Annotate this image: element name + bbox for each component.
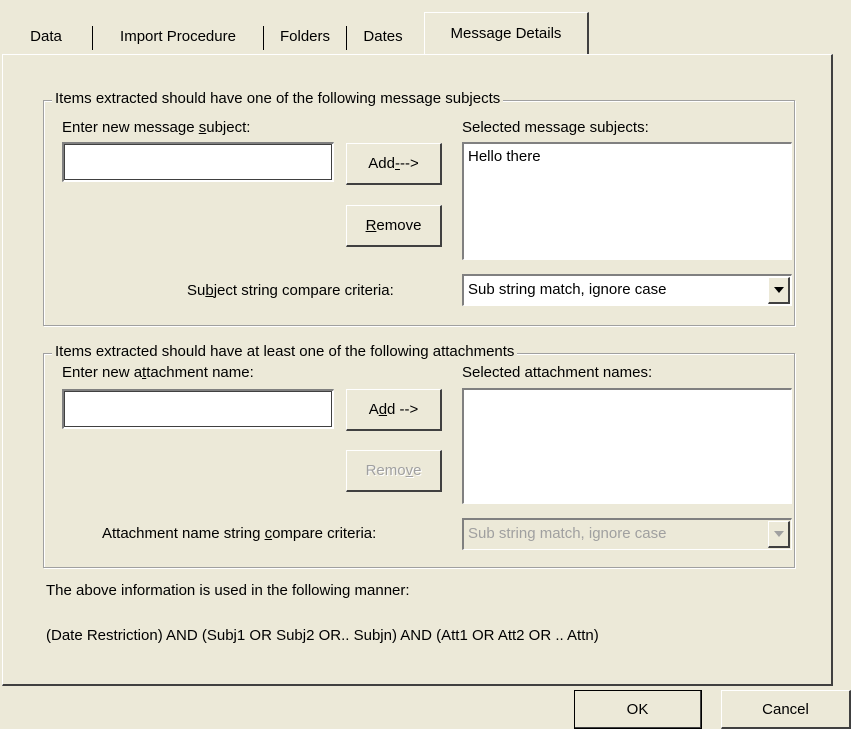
subject-criteria-select[interactable]: Sub string match, ignore case — [462, 274, 792, 306]
tab-data[interactable]: Data — [14, 20, 78, 54]
info-text: The above information is used in the fol… — [46, 582, 410, 599]
list-item[interactable]: Hello there — [464, 144, 791, 165]
tab-folders[interactable]: Folders — [265, 20, 345, 54]
remove-attachment-button[interactable]: Remo v e — [346, 450, 442, 492]
subjects-group-legend: Items extracted should have one of the f… — [52, 90, 504, 107]
cancel-button[interactable]: Cancel — [721, 690, 851, 729]
subject-criteria-label: Subject string compare criteria: — [187, 282, 394, 299]
chevron-down-icon — [773, 287, 784, 293]
remove-subject-button[interactable]: Remove — [346, 205, 442, 247]
attachment-input-label: Enter new attachment name: — [62, 364, 254, 381]
attachment-input[interactable] — [62, 389, 334, 429]
attachment-criteria-label: Attachment name string compare criteria: — [102, 525, 377, 542]
selected-subjects-list[interactable]: Hello there — [462, 142, 792, 260]
attachments-group-legend: Items extracted should have at least one… — [52, 343, 518, 360]
add-attachment-button[interactable]: Add --> — [346, 389, 442, 431]
tab-separator — [263, 26, 264, 50]
formula-text: (Date Restriction) AND (Subj1 OR Subj2 O… — [46, 627, 599, 644]
subject-criteria-value: Sub string match, ignore case — [468, 281, 667, 298]
attachment-criteria-value: Sub string match, ignore case — [468, 525, 667, 542]
selected-attachments-label: Selected attachment names: — [462, 364, 653, 381]
chevron-down-icon — [773, 531, 784, 537]
ok-button[interactable]: OK — [574, 690, 702, 729]
add-subject-button[interactable]: Add - --> — [346, 143, 442, 185]
subject-input-label: Enter new message subject: — [62, 119, 251, 136]
tab-message-details[interactable]: Message Details — [424, 12, 589, 55]
tab-dates[interactable]: Dates — [348, 20, 418, 54]
tab-separator — [346, 26, 347, 50]
selected-attachments-list[interactable] — [462, 388, 792, 504]
selected-subjects-label: Selected message subjects: — [462, 119, 649, 136]
tab-import-procedure[interactable]: Import Procedure — [94, 20, 262, 54]
subject-input[interactable] — [62, 142, 334, 182]
subject-criteria-dropdown-button[interactable] — [768, 277, 790, 304]
attachment-criteria-dropdown-button[interactable] — [768, 521, 790, 548]
tab-separator — [92, 26, 93, 50]
attachment-criteria-select[interactable]: Sub string match, ignore case — [462, 518, 792, 550]
tab-bar: Data Import Procedure Folders Dates Mess… — [0, 0, 851, 56]
